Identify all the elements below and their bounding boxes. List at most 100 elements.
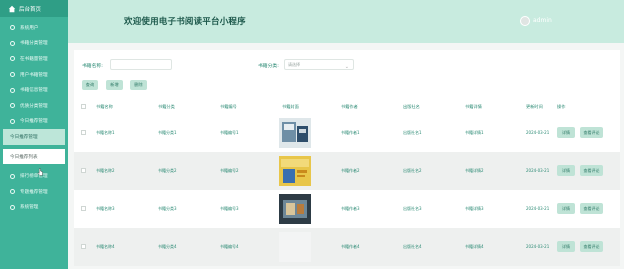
table-row: 书籍名称4 书籍分类4 书籍编号4 书籍作者4 出版社名4 书籍详情4 2024… (74, 228, 620, 266)
sidebar-item-label: 专题推荐管理 (20, 189, 48, 195)
sidebar-item-system[interactable]: 系统管理 (0, 200, 68, 216)
circle-icon (10, 56, 15, 62)
cell-name: 书籍名称3 (96, 206, 115, 211)
detail-button[interactable]: 详情 (557, 165, 575, 176)
sidebar-item-quality[interactable]: 优质分类管理 (0, 98, 68, 114)
cell-publisher: 出版社名4 (403, 244, 422, 249)
cell-time: 2024-03-21 (526, 130, 550, 135)
sidebar-item-selected[interactable]: 今日推荐管理 (3, 129, 65, 145)
add-button[interactable]: 新增 (106, 80, 123, 90)
sidebar-item-users[interactable]: 系统用户 (0, 20, 68, 36)
book-cover-image (279, 194, 311, 224)
col-cover: 书籍封面 (282, 104, 299, 109)
view-comments-button[interactable]: 查看评论 (580, 241, 603, 252)
sidebar-item-label: 用户书籍管理 (20, 72, 48, 78)
row-checkbox[interactable] (81, 168, 86, 173)
cell-name: 书籍名称1 (96, 130, 115, 135)
sidebar-item-label: 系统用户 (20, 25, 39, 31)
col-detail: 书籍详情 (465, 104, 482, 109)
sidebar-item-label: 今日推荐管理 (20, 119, 48, 125)
circle-icon (10, 72, 15, 78)
table-row: 书籍名称3 书籍分类3 书籍编号3 书籍作者3 出版社名3 书籍详情3 2024… (74, 190, 620, 228)
cell-publisher: 出版社名3 (403, 206, 422, 211)
sidebar-item-label: 在书籍量管理 (20, 56, 48, 62)
category-filter-label: 书籍分类: (258, 64, 279, 69)
sidebar-item-book-info[interactable]: 书籍信息管理 (0, 82, 68, 98)
col-category: 书籍分类 (158, 104, 175, 109)
circle-icon (10, 40, 15, 46)
row-checkbox[interactable] (81, 206, 86, 211)
cell-name: 书籍名称4 (96, 244, 115, 249)
sidebar-item-label: 书籍分类管理 (20, 41, 48, 47)
search-button[interactable]: 查询 (82, 80, 98, 90)
row-checkbox[interactable] (81, 244, 86, 249)
book-cover-image (279, 118, 311, 148)
category-filter-select[interactable]: 请选择 ⌄ (284, 59, 354, 70)
cell-publisher: 出版社名2 (403, 168, 422, 173)
chevron-down-icon: ⌄ (344, 64, 349, 70)
cell-category: 书籍分类2 (158, 168, 177, 173)
sidebar-item-user-books[interactable]: 用户书籍管理 (0, 67, 68, 83)
sidebar-item-category[interactable]: 书籍分类管理 (0, 36, 68, 52)
sidebar-item-label: 系统管理 (20, 205, 39, 211)
sidebar-item-label: 今日推荐列表 (10, 154, 38, 160)
sidebar-item-today[interactable]: 今日推荐管理 (0, 114, 68, 130)
circle-icon (10, 189, 15, 195)
sidebar: 后台首页 系统用户 书籍分类管理 在书籍量管理 用户书籍管理 书籍信息管理 优质… (0, 0, 68, 269)
table-header: 书籍名称 书籍分类 书籍编号 书籍封面 书籍作者 出版社名 书籍详情 更新时间 … (74, 100, 620, 113)
sidebar-home-label: 后台首页 (19, 6, 42, 13)
select-all-checkbox[interactable] (81, 104, 86, 109)
col-publisher: 出版社名 (403, 104, 420, 109)
view-comments-button[interactable]: 查看评论 (580, 127, 603, 138)
cell-detail: 书籍详情4 (465, 244, 484, 249)
circle-icon (10, 118, 15, 124)
table-row: 书籍名称1 书籍分类1 书籍编号1 书籍作者1 出版社名1 书籍详情1 2024… (74, 114, 620, 152)
cell-category: 书籍分类3 (158, 206, 177, 211)
detail-button[interactable]: 详情 (557, 203, 575, 214)
sidebar-subitem-today-list[interactable]: 今日推荐列表 (3, 148, 65, 165)
circle-icon (10, 204, 15, 210)
cell-code: 书籍编号2 (220, 168, 239, 173)
row-checkbox[interactable] (81, 130, 86, 135)
cell-author: 书籍作者2 (341, 168, 360, 173)
table-row: 书籍名称2 书籍分类2 书籍编号2 书籍作者2 出版社名2 书籍详情2 2024… (74, 152, 620, 190)
cell-code: 书籍编号1 (220, 130, 239, 135)
view-comments-button[interactable]: 查看评论 (580, 203, 603, 214)
sidebar-item-label: 今日推荐管理 (10, 134, 38, 140)
circle-icon (10, 87, 15, 93)
col-code: 书籍编号 (220, 104, 237, 109)
cell-author: 书籍作者3 (341, 206, 360, 211)
cell-category: 书籍分类1 (158, 130, 177, 135)
username[interactable]: admin (533, 17, 552, 24)
detail-button[interactable]: 详情 (557, 127, 575, 138)
view-comments-button[interactable]: 查看评论 (580, 165, 603, 176)
book-cover-image (279, 156, 311, 186)
sidebar-item-ranking[interactable]: 排行榜单管理 (0, 168, 68, 184)
home-icon (8, 5, 16, 12)
detail-button[interactable]: 详情 (557, 241, 575, 252)
sidebar-item-topic[interactable]: 专题推荐管理 (0, 184, 68, 200)
cell-code: 书籍编号4 (220, 244, 239, 249)
delete-button[interactable]: 删除 (130, 80, 147, 90)
avatar[interactable] (520, 16, 530, 26)
header: 欢迎使用电子书阅读平台小程序 admin (68, 0, 624, 43)
main-content: 书籍名称: 书籍分类: 请选择 ⌄ 查询 新增 删除 书籍名称 书籍分类 书籍编… (74, 50, 620, 266)
cell-detail: 书籍详情2 (465, 168, 484, 173)
name-filter-input[interactable] (110, 59, 172, 70)
name-filter-label: 书籍名称: (82, 64, 103, 69)
book-cover-image (279, 232, 311, 262)
cell-name: 书籍名称2 (96, 168, 115, 173)
cell-detail: 书籍详情1 (465, 130, 484, 135)
cell-author: 书籍作者1 (341, 130, 360, 135)
cell-time: 2024-03-21 (526, 168, 550, 173)
cell-code: 书籍编号3 (220, 206, 239, 211)
cell-time: 2024-03-21 (526, 206, 550, 211)
col-time: 更新时间 (526, 104, 543, 109)
sidebar-item-book-stock[interactable]: 在书籍量管理 (0, 51, 68, 67)
sidebar-item-label: 书籍信息管理 (20, 88, 48, 94)
sidebar-home[interactable]: 后台首页 (0, 0, 68, 17)
col-author: 书籍作者 (341, 104, 358, 109)
cell-time: 2024-03-21 (526, 244, 550, 249)
app: 后台首页 系统用户 书籍分类管理 在书籍量管理 用户书籍管理 书籍信息管理 优质… (0, 0, 624, 269)
circle-icon (10, 25, 15, 31)
